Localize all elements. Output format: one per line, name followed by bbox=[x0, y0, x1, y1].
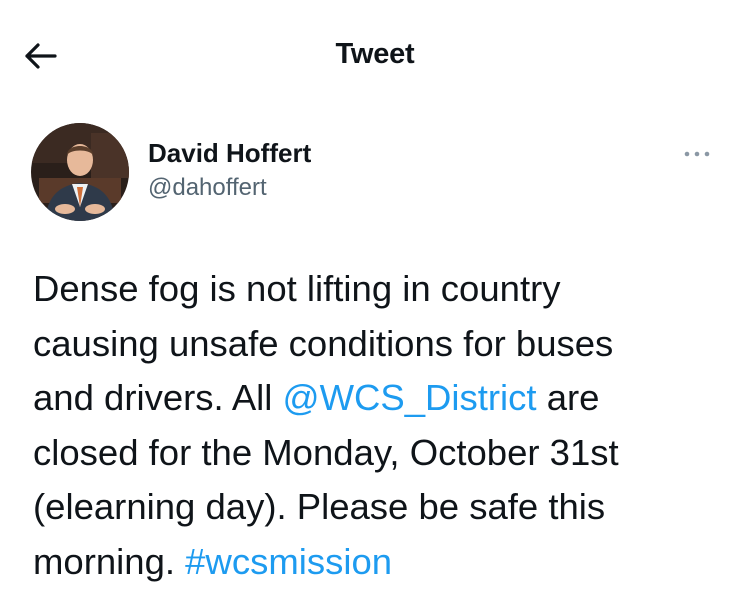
author-display-name[interactable]: David Hoffert bbox=[148, 138, 311, 169]
tweet-line: causing unsafe conditions for buses bbox=[33, 322, 614, 364]
avatar[interactable] bbox=[31, 123, 129, 221]
hashtag-link[interactable]: #wcsmission bbox=[185, 541, 392, 582]
profile-photo bbox=[31, 123, 129, 221]
tweet-line: closed for the Monday, October 31st bbox=[33, 431, 619, 473]
more-options-button[interactable] bbox=[681, 143, 713, 165]
tweet-line: (elearning day). Please be safe this bbox=[33, 486, 606, 527]
tweet-line: and drivers. All @WCS_District are bbox=[33, 371, 723, 426]
top-bar: Tweet bbox=[0, 0, 750, 112]
tweet-line: Dense fog is not lifting in country bbox=[33, 268, 561, 309]
tweet-line: morning. #wcsmission bbox=[33, 535, 723, 590]
tweet-text-segment: morning. bbox=[33, 540, 186, 582]
tweet-text-segment: and drivers. All bbox=[33, 377, 283, 418]
author-handle[interactable]: @dahoffert bbox=[148, 174, 267, 202]
mention-link[interactable]: @WCS_District bbox=[283, 377, 537, 418]
tweet-text-segment: are bbox=[536, 377, 600, 418]
more-horizontal-icon bbox=[684, 151, 710, 157]
tweet-text: Dense fog is not lifting in country caus… bbox=[33, 262, 723, 589]
page-title: Tweet bbox=[335, 38, 415, 70]
